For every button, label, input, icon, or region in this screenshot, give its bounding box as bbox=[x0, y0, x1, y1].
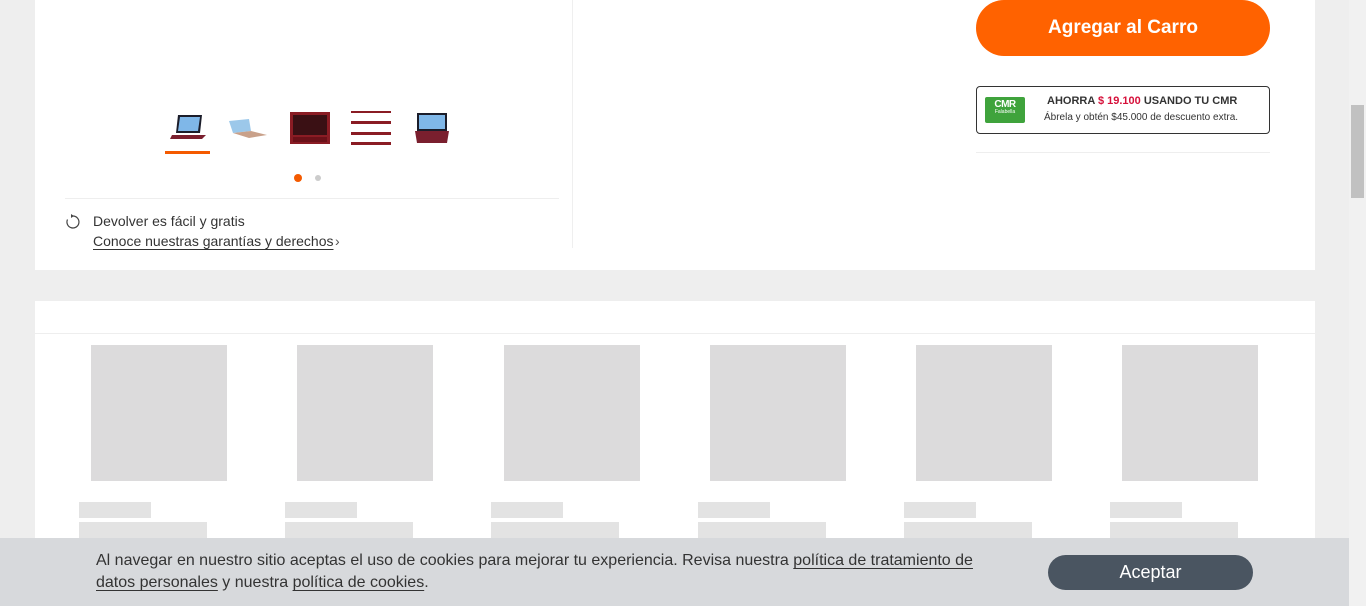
thumbnail-laptop-back[interactable] bbox=[409, 108, 454, 148]
thumbnail-laptop-front[interactable] bbox=[165, 108, 210, 154]
cmr-savings-text: AHORRA $ 19.100 USANDO TU CMR bbox=[1047, 95, 1237, 107]
cookie-text-before: Al navegar en nuestro sitio aceptas el u… bbox=[96, 552, 794, 569]
add-to-cart-button[interactable]: Agregar al Carro bbox=[976, 0, 1270, 56]
page-scrollbar[interactable] bbox=[1349, 0, 1366, 606]
carousel-dot-active[interactable] bbox=[294, 174, 302, 182]
thumbnail-laptop-stack[interactable] bbox=[348, 108, 393, 148]
cookie-policy-link[interactable]: política de cookies bbox=[293, 574, 425, 591]
text-placeholder bbox=[698, 522, 826, 538]
keyboard-closeup-icon bbox=[289, 112, 330, 144]
text-placeholder bbox=[79, 522, 207, 538]
thumbnail-laptop-open[interactable] bbox=[225, 108, 270, 148]
laptop-open-icon bbox=[228, 119, 267, 138]
cmr-amount: $ 19.100 bbox=[1097, 95, 1141, 107]
product-image-placeholder bbox=[916, 345, 1052, 481]
text-placeholder bbox=[79, 502, 151, 518]
text-placeholder bbox=[904, 522, 1032, 538]
cmr-subtext: Ábrela y obtén $45.000 de descuento extr… bbox=[1044, 112, 1239, 123]
thumbnail-keyboard[interactable] bbox=[287, 108, 332, 148]
product-image-placeholder bbox=[297, 345, 433, 481]
cookie-text-middle: y nuestra bbox=[217, 574, 293, 591]
cmr-logo-sub: Falabella bbox=[994, 109, 1016, 115]
divider bbox=[976, 152, 1270, 153]
cookie-banner: Al navegar en nuestro sitio aceptas el u… bbox=[0, 538, 1349, 606]
chevron-right-icon: › bbox=[335, 233, 340, 249]
laptop-front-icon bbox=[169, 115, 206, 139]
cookie-message: Al navegar en nuestro sitio aceptas el u… bbox=[96, 550, 1016, 594]
text-placeholder bbox=[491, 522, 619, 538]
divider bbox=[35, 333, 1315, 334]
return-icon bbox=[66, 214, 80, 229]
product-image-placeholder bbox=[91, 345, 227, 481]
scrollbar-thumb[interactable] bbox=[1351, 105, 1364, 198]
product-image-placeholder bbox=[504, 345, 640, 481]
cmr-prefix: AHORRA bbox=[1047, 95, 1095, 107]
laptop-side-stack-icon bbox=[350, 111, 391, 145]
accept-cookies-button[interactable]: Aceptar bbox=[1048, 555, 1253, 590]
text-placeholder bbox=[285, 502, 357, 518]
divider bbox=[65, 198, 559, 199]
column-divider bbox=[572, 0, 573, 248]
cmr-logo: CMR Falabella bbox=[985, 97, 1025, 123]
return-title: Devolver es fácil y gratis bbox=[93, 213, 245, 229]
warranty-link[interactable]: Conoce nuestras garantías y derechos bbox=[93, 233, 333, 249]
carousel-dot[interactable] bbox=[315, 175, 321, 181]
text-placeholder bbox=[491, 502, 563, 518]
cmr-promo-banner[interactable]: CMR Falabella AHORRA $ 19.100 USANDO TU … bbox=[976, 86, 1270, 134]
product-image-placeholder bbox=[1122, 345, 1258, 481]
text-placeholder bbox=[698, 502, 770, 518]
cookie-text-after: . bbox=[424, 574, 429, 591]
text-placeholder bbox=[1110, 502, 1182, 518]
cmr-suffix: USANDO TU CMR bbox=[1143, 95, 1238, 107]
text-placeholder bbox=[285, 522, 413, 538]
text-placeholder bbox=[1110, 522, 1238, 538]
thumbnail-strip bbox=[165, 108, 465, 158]
laptop-back-icon bbox=[414, 113, 449, 143]
product-card: Devolver es fácil y gratis Conoce nuestr… bbox=[35, 0, 1315, 270]
product-image-placeholder bbox=[710, 345, 846, 481]
text-placeholder bbox=[904, 502, 976, 518]
